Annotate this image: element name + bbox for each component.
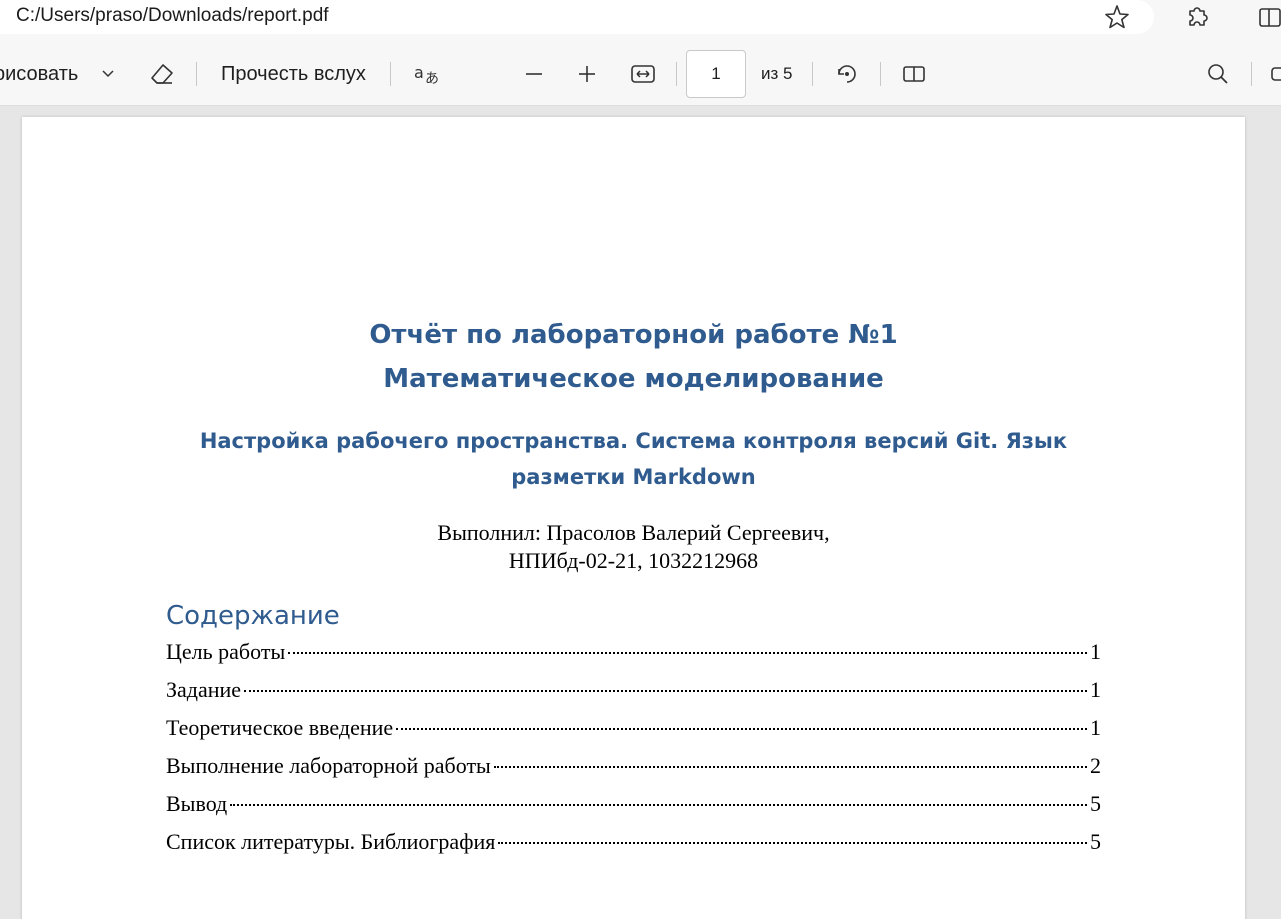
zoom-out-icon[interactable] bbox=[520, 60, 548, 88]
toc-entry-label[interactable]: Цель работы bbox=[166, 639, 285, 665]
toc-entry-page[interactable]: 5 bbox=[1090, 791, 1101, 817]
toc-entry[interactable]: Вывод 5 bbox=[166, 791, 1101, 829]
pdf-toolbar: рисовать Прочесть вслух aあ 1 из 5 bbox=[0, 38, 1281, 106]
chevron-down-icon[interactable] bbox=[98, 62, 118, 86]
document-subtitle-line1: Настройка рабочего пространства. Система… bbox=[199, 429, 1068, 453]
favorite-star-icon[interactable] bbox=[1102, 2, 1132, 32]
toc-leader bbox=[493, 766, 1087, 768]
toc-entry-label[interactable]: Вывод bbox=[166, 791, 227, 817]
toc-entry[interactable]: Теоретическое введение 1 bbox=[166, 715, 1101, 753]
address-bar: C:/Users/praso/Downloads/report.pdf bbox=[0, 0, 1281, 38]
toc-entry[interactable]: Список литературы. Библиография 5 bbox=[166, 829, 1101, 867]
extensions-icon[interactable] bbox=[1182, 2, 1212, 32]
search-icon[interactable] bbox=[1202, 58, 1234, 90]
toc-entry-page[interactable]: 2 bbox=[1090, 753, 1101, 779]
toolbar-divider bbox=[196, 62, 197, 86]
toc-entry-label[interactable]: Выполнение лабораторной работы bbox=[166, 753, 491, 779]
toc-entry-page[interactable]: 1 bbox=[1090, 677, 1101, 703]
page-number-input[interactable]: 1 bbox=[686, 50, 746, 98]
toc-entry-page[interactable]: 1 bbox=[1090, 715, 1101, 741]
read-aloud-button[interactable]: Прочесть вслух bbox=[221, 63, 366, 86]
toolbar-divider bbox=[390, 62, 391, 86]
document-title-line2: Математическое моделирование bbox=[383, 364, 884, 394]
split-screen-icon[interactable] bbox=[1255, 2, 1281, 32]
pdf-page: Отчёт по лабораторной работе №1 Математи… bbox=[22, 117, 1245, 919]
more-tools-icon[interactable] bbox=[1266, 58, 1281, 90]
toolbar-divider bbox=[676, 62, 677, 86]
table-of-contents: Цель работы 1 Задание 1 Теоретическое введ… bbox=[166, 639, 1101, 867]
toolbar-divider bbox=[880, 62, 881, 86]
document-subtitle: Настройка рабочего пространства. Система… bbox=[162, 423, 1105, 495]
document-title-line1: Отчёт по лабораторной работе №1 bbox=[369, 320, 898, 350]
document-title: Отчёт по лабораторной работе №1 Математи… bbox=[22, 313, 1245, 401]
toc-entry[interactable]: Выполнение лабораторной работы 2 bbox=[166, 753, 1101, 791]
page-total-label: из 5 bbox=[761, 64, 793, 83]
draw-button[interactable]: рисовать bbox=[0, 63, 78, 86]
toc-entry[interactable]: Цель работы 1 bbox=[166, 639, 1101, 677]
toc-leader bbox=[230, 804, 1087, 806]
toc-leader bbox=[288, 652, 1087, 654]
toc-entry-page[interactable]: 5 bbox=[1090, 829, 1101, 855]
toc-entry-page[interactable]: 1 bbox=[1090, 639, 1101, 665]
page-view-icon[interactable] bbox=[898, 58, 930, 90]
url-field[interactable]: C:/Users/praso/Downloads/report.pdf bbox=[0, 0, 1154, 34]
toc-entry-label[interactable]: Задание bbox=[166, 677, 241, 703]
toc-entry[interactable]: Задание 1 bbox=[166, 677, 1101, 715]
toolbar-divider bbox=[1251, 62, 1252, 86]
toc-heading: Содержание bbox=[166, 601, 340, 631]
toc-leader bbox=[244, 690, 1087, 692]
translate-icon[interactable]: aあ bbox=[410, 58, 442, 90]
rotate-icon[interactable] bbox=[831, 58, 863, 90]
author-block: Выполнил: Прасолов Валерий Сергеевич, НП… bbox=[22, 519, 1245, 575]
toc-leader bbox=[396, 728, 1087, 730]
eraser-icon[interactable] bbox=[146, 58, 178, 90]
toc-entry-label[interactable]: Список литературы. Библиография bbox=[166, 829, 495, 855]
zoom-in-icon[interactable] bbox=[573, 60, 601, 88]
fit-width-icon[interactable] bbox=[627, 58, 659, 90]
svg-text:a: a bbox=[414, 63, 424, 82]
svg-text:あ: あ bbox=[425, 71, 439, 87]
document-subtitle-line2: разметки Markdown bbox=[511, 465, 756, 489]
toc-leader bbox=[498, 842, 1087, 844]
author-name: Выполнил: Прасолов Валерий Сергеевич, bbox=[437, 520, 830, 545]
toolbar-divider bbox=[812, 62, 813, 86]
author-group: НПИбд-02-21, 1032212968 bbox=[508, 548, 759, 573]
toc-entry-label[interactable]: Теоретическое введение bbox=[166, 715, 393, 741]
url-text[interactable]: C:/Users/praso/Downloads/report.pdf bbox=[16, 5, 329, 27]
